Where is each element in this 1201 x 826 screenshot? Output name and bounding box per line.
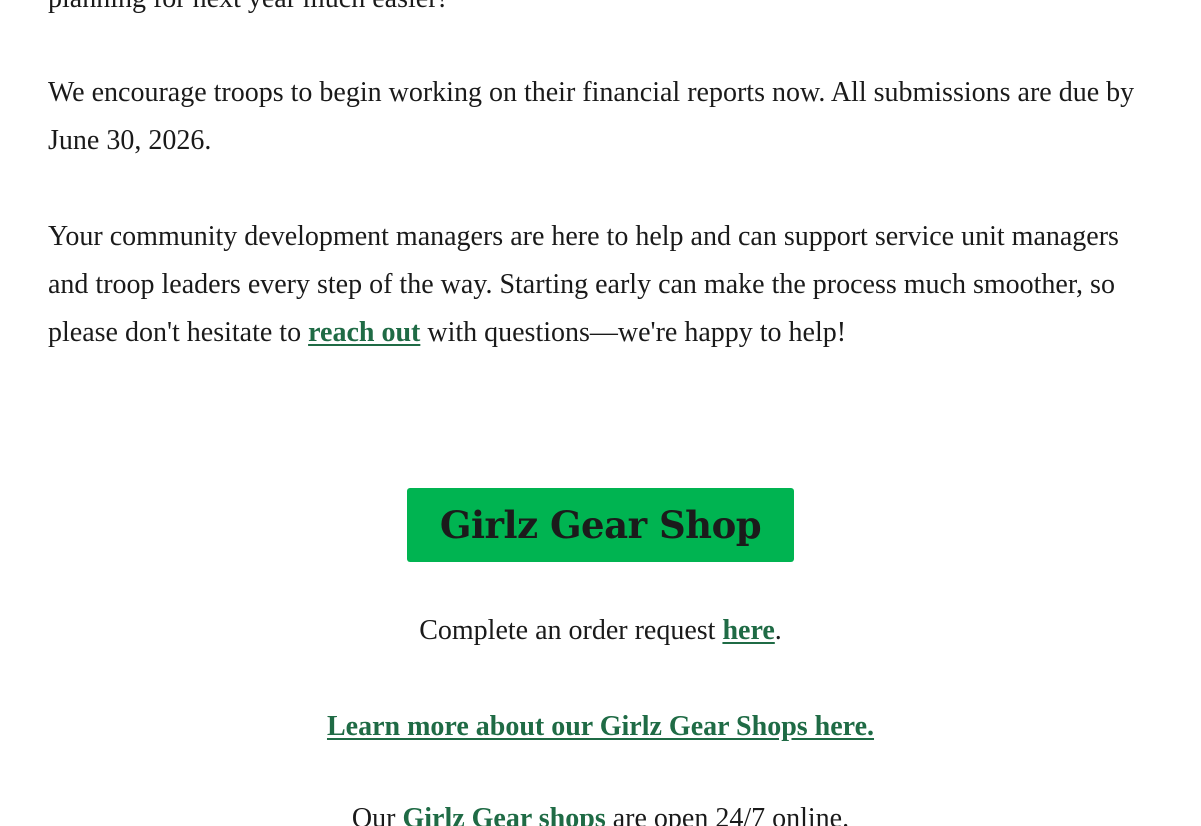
order-request-line: Complete an order request here. [0,607,1201,655]
reach-out-link[interactable]: reach out [308,317,420,348]
open-line-text-after: are open 24/7 online. [605,803,850,826]
learn-more-line: Learn more about our Girlz Gear Shops he… [0,703,1201,751]
girlz-gear-shop-button[interactable]: Girlz Gear Shop [407,488,794,562]
girlz-gear-shops-link[interactable]: Girlz Gear shops [402,803,605,826]
learn-more-shops-link[interactable]: Learn more about our Girlz Gear Shops he… [327,711,874,742]
shops-open-line: Our Girlz Gear shops are open 24/7 onlin… [0,795,1201,826]
order-line-text-after: . [774,615,782,646]
open-line-text-before: Our [351,803,403,826]
shop-button-row: Girlz Gear Shop [0,488,1201,562]
financial-report-paragraph: We encourage troops to begin working on … [48,77,1135,156]
managers-help-paragraph: Your community development managers are … [48,213,1158,357]
order-line-text-before: Complete an order request [419,615,723,646]
cut-paragraph: planning for next year much easier! [48,0,1158,23]
order-request-here-link[interactable]: here [722,615,774,646]
managers-paragraph-text-after: with questions—we're happy to help! [420,317,847,348]
